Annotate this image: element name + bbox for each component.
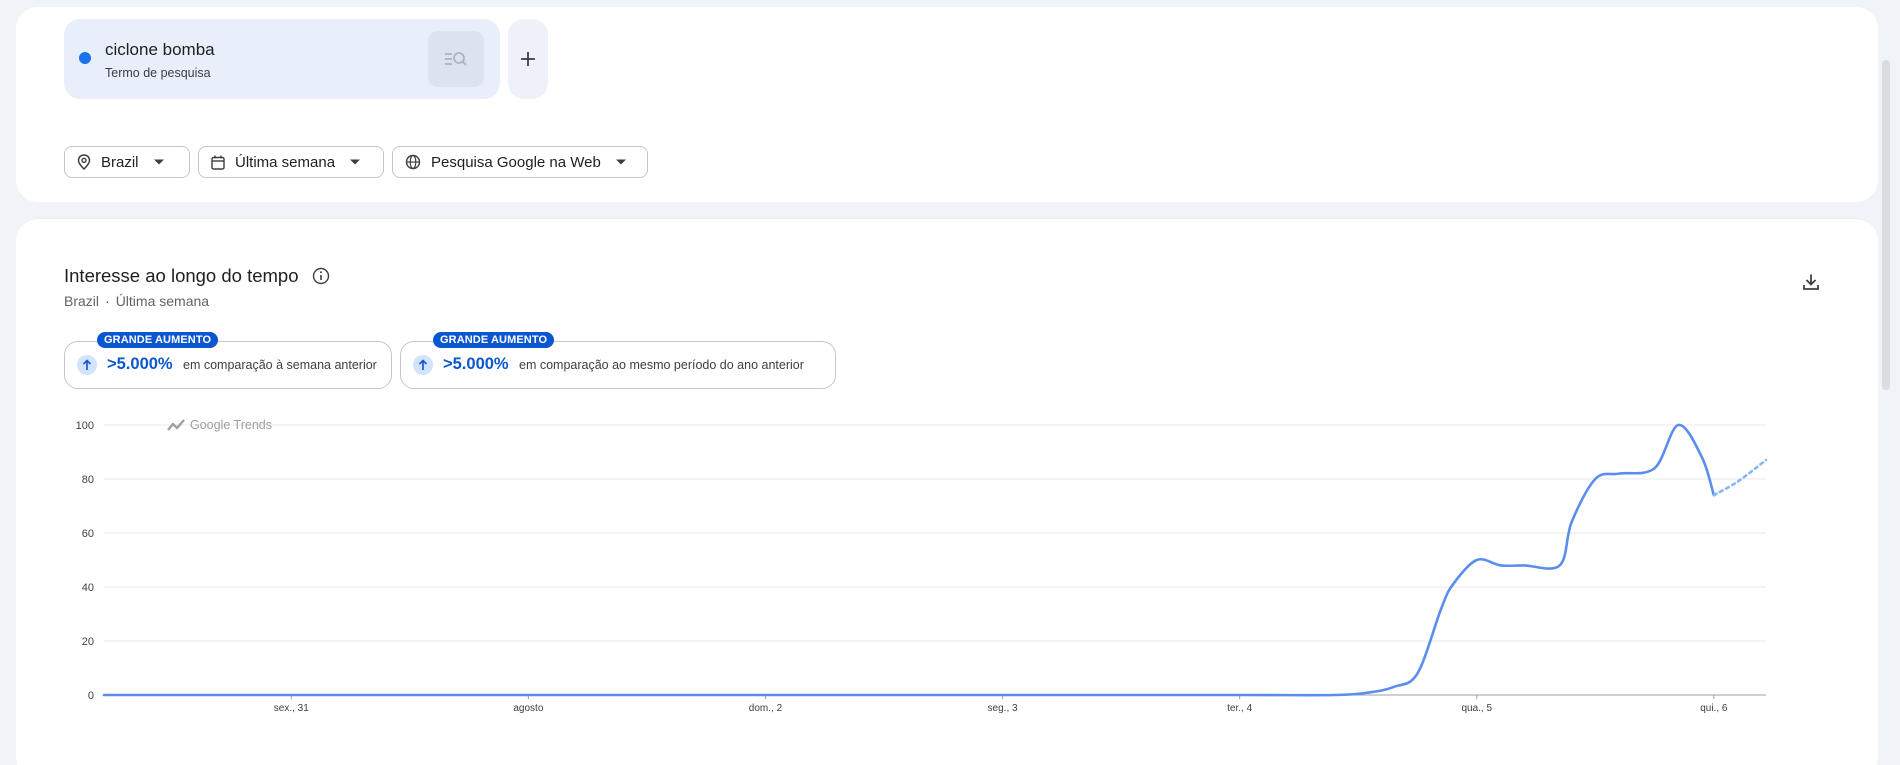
period-filter-label: Última semana — [235, 153, 336, 171]
magnifier-list-icon — [445, 52, 467, 66]
caret-down-icon — [350, 159, 361, 165]
x-tick-label: ter., 4 — [1227, 703, 1252, 714]
y-tick-label: 40 — [82, 582, 94, 594]
y-tick-label: 100 — [76, 420, 94, 432]
partial-series-line — [1712, 458, 1768, 497]
term-color-dot — [79, 52, 91, 64]
location-pin-icon — [77, 154, 91, 170]
globe-icon — [405, 154, 421, 170]
y-tick-label: 0 — [88, 690, 94, 702]
y-tick-label: 20 — [82, 636, 94, 648]
y-tick-label: 60 — [82, 528, 94, 540]
period-filter[interactable]: Última semana — [198, 146, 384, 178]
term-name: ciclone bomba — [105, 40, 215, 59]
explore-term-button[interactable] — [428, 31, 484, 87]
x-tick-label: qui., 6 — [1700, 703, 1728, 714]
x-tick-label: qua., 5 — [1461, 703, 1492, 714]
y-tick-label: 80 — [82, 474, 94, 486]
x-tick-label: agosto — [513, 703, 543, 714]
x-tick-label: sex., 31 — [274, 703, 309, 714]
term-type-label: Termo de pesquisa — [105, 66, 211, 80]
page-scrollbar[interactable] — [1882, 60, 1890, 390]
calendar-icon — [211, 155, 225, 170]
property-filter[interactable]: Pesquisa Google na Web — [392, 146, 648, 178]
x-tick-label: dom., 2 — [749, 703, 783, 714]
plus-icon — [521, 52, 535, 66]
region-filter[interactable]: Brazil — [64, 146, 190, 178]
caret-down-icon — [153, 159, 164, 165]
add-term-button[interactable] — [508, 19, 548, 99]
caret-down-icon — [615, 159, 626, 165]
x-tick-label: seg., 3 — [988, 703, 1018, 714]
region-filter-label: Brazil — [101, 153, 139, 171]
property-filter-label: Pesquisa Google na Web — [431, 153, 601, 171]
interest-chart: 100 80 60 40 20 0 sex., 31 agosto dom., 2 seg., 3… — [76, 418, 1768, 714]
series-line — [102, 423, 1716, 697]
interest-over-time-card: Interesse ao longo do tempo Brazil · Últim… — [16, 218, 1878, 765]
search-card: ciclone bomba Termo de pesquisa Brazil Ú… — [16, 7, 1878, 202]
watermark-label: Google Trends — [190, 418, 272, 432]
search-term-chip[interactable]: ciclone bomba Termo de pesquisa — [64, 19, 500, 99]
